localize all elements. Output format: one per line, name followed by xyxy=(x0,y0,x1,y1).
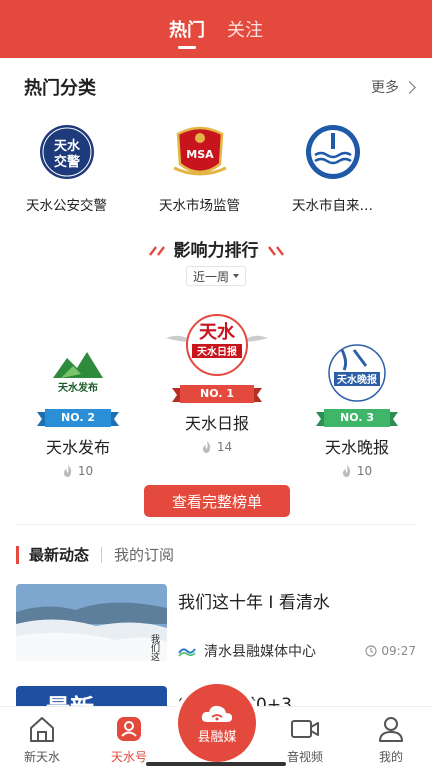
more-button[interactable]: 更多 xyxy=(371,77,416,97)
svg-text:天水发布: 天水发布 xyxy=(58,381,98,394)
svg-text:MSA: MSA xyxy=(186,148,214,161)
home-icon xyxy=(30,717,54,742)
hot-count-value: 14 xyxy=(216,440,233,454)
category-list: 天水 交警 天水公安交警 MSA 天水市场监管 天水市自来… xyxy=(0,124,432,214)
home-indicator xyxy=(146,762,286,766)
tab-hot[interactable]: 热门 xyxy=(169,16,205,42)
tab-follow[interactable]: 关注 xyxy=(227,16,263,42)
ranking-item-2[interactable]: 天水发布 NO. 2 天水发布 10 xyxy=(30,344,126,478)
ranking-item-1[interactable]: 天水 天水日报 NO. 1 天水日报 14 xyxy=(162,312,272,454)
ranking-title-text: 影响力排行 xyxy=(173,241,259,261)
media-name: 天水日报 xyxy=(184,414,249,433)
video-camera-icon xyxy=(291,720,319,738)
header-tabs: 热门 关注 xyxy=(0,0,432,58)
clock-icon xyxy=(365,645,378,657)
svg-text:天水: 天水 xyxy=(53,138,80,154)
svg-text:天水晚报: 天水晚报 xyxy=(337,373,377,386)
traffic-police-logo-icon: 天水 交警 xyxy=(39,125,94,179)
hot-count: 10 xyxy=(309,464,405,478)
source-logo-icon xyxy=(178,648,196,657)
chevron-right-icon xyxy=(403,80,416,94)
caret-down-icon xyxy=(233,274,239,278)
news-tabs: 最新动态 我的订阅 xyxy=(16,544,174,565)
user-icon xyxy=(379,717,403,742)
svg-text:我们这十: 我们这十 xyxy=(149,634,160,661)
rank-label: NO. 2 xyxy=(61,411,95,424)
water-supply-logo-icon xyxy=(305,125,360,179)
more-label: 更多 xyxy=(371,80,399,96)
nav-item-me[interactable]: 我的 xyxy=(356,715,426,765)
tianshui-fabu-logo-icon: 天水发布 xyxy=(53,352,103,394)
period-select[interactable]: 近一周 xyxy=(186,266,246,286)
tianshui-wanbao-logo-icon: 天水晚报 xyxy=(328,344,386,402)
county-media-button[interactable]: 县融媒 xyxy=(178,684,256,762)
nav-item-new-tianshui[interactable]: 新天水 xyxy=(7,715,77,765)
svg-text:交警: 交警 xyxy=(53,154,79,170)
news-time: 09:27 xyxy=(365,644,416,658)
category-label: 天水市场监管 xyxy=(159,198,240,214)
flame-icon xyxy=(63,465,72,477)
media-name: 天水发布 xyxy=(45,438,110,457)
category-label: 天水公安交警 xyxy=(26,198,107,214)
cloud-signal-icon xyxy=(201,705,233,722)
hot-categories-title: 热门分类 xyxy=(24,78,96,99)
hot-count-value: 10 xyxy=(356,464,373,478)
media-name: 天水晚报 xyxy=(324,438,389,457)
flame-icon xyxy=(342,465,351,477)
flame-icon xyxy=(202,441,211,453)
tab-subscriptions[interactable]: 我的订阅 xyxy=(114,544,174,565)
news-thumbnail: 我们这十 xyxy=(16,584,167,661)
nav-item-tianshui-hao[interactable]: 天水号 xyxy=(94,715,164,765)
hot-count: 10 xyxy=(30,464,126,478)
nav-label: 新天水 xyxy=(23,750,60,764)
hot-count: 14 xyxy=(162,440,272,454)
market-supervision-badge-icon: MSA xyxy=(172,126,227,176)
decor-slash-icon xyxy=(267,246,284,256)
tab-separator xyxy=(101,546,103,563)
accent-bar xyxy=(16,545,19,564)
svg-text:天水: 天水 xyxy=(199,321,236,343)
news-time-value: 09:27 xyxy=(381,644,416,658)
news-item[interactable]: 我们这十 我们这十年 I 看清水 清水县融媒体中心 09:27 xyxy=(16,584,416,664)
ranking-title: 影响力排行 xyxy=(0,236,432,261)
tianshui-ribao-logo-icon: 天水 天水日报 xyxy=(166,314,268,376)
view-full-ranking-button[interactable]: 查看完整榜单 xyxy=(144,485,290,517)
decor-slash-icon xyxy=(148,246,165,256)
category-label: 天水市自来… xyxy=(292,198,373,214)
tab-latest[interactable]: 最新动态 xyxy=(29,544,89,565)
period-value: 近一周 xyxy=(192,269,229,284)
rank-label: NO. 3 xyxy=(340,411,374,424)
svg-text:天水日报: 天水日报 xyxy=(197,345,237,358)
ranking-item-3[interactable]: 天水晚报 NO. 3 天水晚报 10 xyxy=(309,344,405,478)
category-item-traffic-police[interactable]: 天水 交警 天水公安交警 xyxy=(5,124,128,214)
news-source: 清水县融媒体中心 xyxy=(204,644,316,660)
category-item-water-supply[interactable]: 天水市自来… xyxy=(271,124,394,214)
nav-item-video[interactable]: 音视频 xyxy=(270,715,340,765)
section-divider xyxy=(16,524,416,525)
center-button-label: 县融媒 xyxy=(197,729,237,745)
tianshui-hao-icon xyxy=(117,717,141,741)
news-title: 我们这十年 I 看清水 xyxy=(178,593,330,613)
category-item-market-supervision[interactable]: MSA 天水市场监管 xyxy=(138,124,261,214)
nav-label: 我的 xyxy=(378,750,403,764)
hot-count-value: 10 xyxy=(77,464,94,478)
news-meta: 清水县融媒体中心 09:27 xyxy=(178,641,416,661)
rank-label: NO. 1 xyxy=(200,387,234,400)
